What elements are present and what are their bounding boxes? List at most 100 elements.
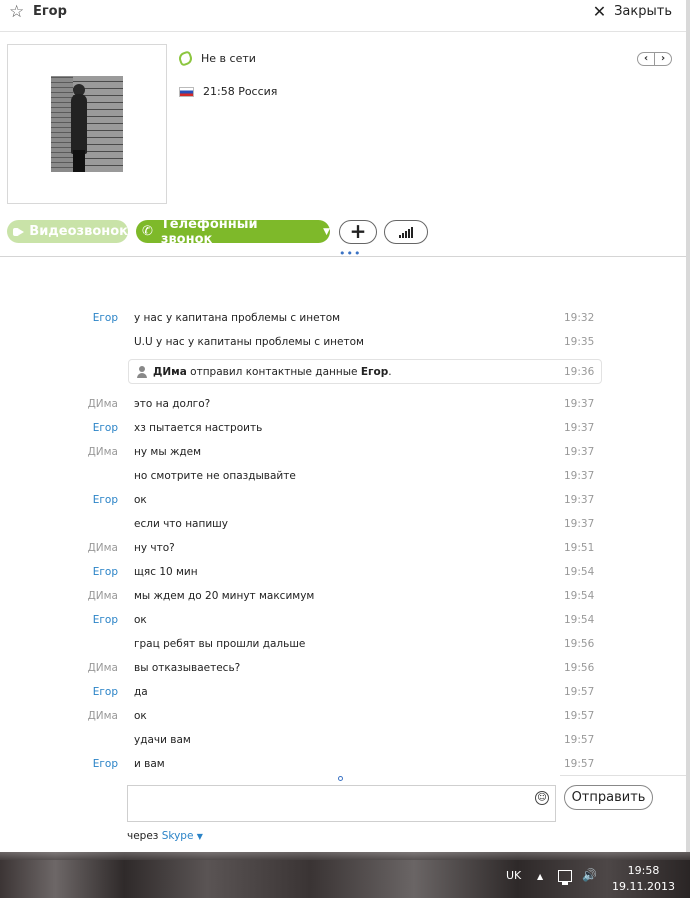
signal-bar: [408, 229, 410, 238]
close-label: Закрыть: [614, 4, 672, 19]
via-prefix: через: [127, 830, 162, 842]
avatar-frame[interactable]: [7, 44, 167, 204]
resize-handle[interactable]: •••: [339, 247, 361, 260]
message-sender[interactable]: ДИма: [88, 590, 118, 602]
person-icon: [137, 366, 147, 378]
message-sender[interactable]: ДИма: [88, 446, 118, 458]
plus-icon: +: [349, 219, 367, 243]
message-text: удачи вам: [134, 734, 191, 746]
message-sender[interactable]: ДИма: [88, 398, 118, 410]
chevron-left-icon[interactable]: ‹: [638, 53, 655, 65]
call-quality-button[interactable]: [384, 220, 428, 244]
message-row[interactable]: ДИма ну что? 19:51: [0, 538, 686, 558]
message-row[interactable]: ДИма мы ждем до 20 минут максимум 19:54: [0, 586, 686, 606]
message-row[interactable]: ДИма это на долго? 19:37: [0, 394, 686, 414]
message-text: ок: [134, 614, 147, 626]
chevron-down-icon[interactable]: ▼: [323, 227, 330, 237]
message-time: 19:56: [564, 638, 595, 650]
message-text: да: [134, 686, 148, 698]
avatar: [51, 76, 123, 172]
message-row[interactable]: Егор да 19:57: [0, 682, 686, 702]
message-row[interactable]: если что напишу 19:37: [0, 514, 686, 534]
message-text: хз пытается настроить: [134, 422, 263, 434]
message-row[interactable]: Егор ок 19:54: [0, 610, 686, 630]
message-time: 19:57: [564, 758, 595, 770]
local-time: 21:58 Россия: [203, 85, 278, 98]
message-row[interactable]: ДИма ну мы ждем 19:37: [0, 442, 686, 462]
notice-action: отправил контактные данные: [186, 366, 361, 378]
notice-suffix: .: [388, 366, 392, 378]
message-sender[interactable]: Егор: [93, 566, 118, 578]
volume-icon[interactable]: 🔊: [582, 868, 597, 882]
message-time: 19:32: [564, 312, 595, 324]
message-text: но смотрите не опаздывайте: [134, 470, 296, 482]
message-row[interactable]: грац ребят вы прошли дальше 19:56: [0, 634, 686, 654]
close-button[interactable]: ✕ Закрыть: [593, 2, 672, 21]
message-text: щяс 10 мин: [134, 566, 198, 578]
message-time: 19:37: [564, 398, 595, 410]
add-button[interactable]: +: [339, 220, 377, 244]
message-sender[interactable]: Егор: [93, 312, 118, 324]
window-border: [686, 0, 690, 852]
message-text: грац ребят вы прошли дальше: [134, 638, 306, 650]
message-time: 19:37: [564, 494, 595, 506]
message-row[interactable]: Егор хз пытается настроить 19:37: [0, 418, 686, 438]
emoticon-icon[interactable]: ☺: [535, 791, 549, 805]
camera-icon: [13, 227, 25, 236]
message-sender[interactable]: ДИма: [88, 542, 118, 554]
message-sender[interactable]: Егор: [93, 422, 118, 434]
message-sender[interactable]: ДИма: [88, 710, 118, 722]
message-sender[interactable]: Егор: [93, 758, 118, 770]
message-row[interactable]: Егор щяс 10 мин 19:54: [0, 562, 686, 582]
star-icon[interactable]: ☆: [9, 2, 24, 22]
message-row[interactable]: ДИма ок 19:57: [0, 706, 686, 726]
network-icon[interactable]: [558, 870, 572, 885]
message-text: у нас у капитана проблемы с инетом: [134, 312, 341, 324]
offline-status-icon: [177, 50, 194, 67]
message-time: 19:54: [564, 566, 595, 578]
signal-bar: [411, 227, 413, 238]
chevron-down-icon[interactable]: ▼: [197, 832, 203, 841]
message-sender[interactable]: Егор: [93, 614, 118, 626]
message-row[interactable]: ДИма вы отказываетесь? 19:56: [0, 658, 686, 678]
message-time: 19:35: [564, 336, 595, 348]
chevron-right-icon[interactable]: ›: [655, 53, 671, 65]
message-row[interactable]: удачи вам 19:57: [0, 730, 686, 750]
video-call-button[interactable]: Видеозвонок: [7, 220, 128, 243]
tray-expand-icon[interactable]: ▲: [537, 872, 543, 881]
message-time: 19:37: [564, 518, 595, 530]
message-input[interactable]: [127, 785, 556, 822]
message-time: 19:57: [564, 734, 595, 746]
message-time: 19:57: [564, 686, 595, 698]
status-row: Не в сети: [177, 50, 256, 67]
message-time: 19:51: [564, 542, 595, 554]
send-button[interactable]: Отправить: [564, 785, 653, 810]
message-row[interactable]: Егор и вам 19:57: [0, 754, 686, 774]
russia-flag-icon: [179, 86, 194, 97]
message-time: 19:37: [564, 470, 595, 482]
video-call-label: Видеозвонок: [29, 224, 128, 239]
phone-icon: ✆: [142, 224, 153, 239]
signal-bar: [402, 233, 404, 238]
message-row[interactable]: Егор ок 19:37: [0, 490, 686, 510]
message-row[interactable]: Егор у нас у капитана проблемы с инетом 19…: [0, 308, 686, 328]
message-text: вы отказываетесь?: [134, 662, 241, 674]
message-row[interactable]: но смотрите не опаздывайте 19:37: [0, 466, 686, 486]
message-text: ну мы ждем: [134, 446, 202, 458]
message-sender[interactable]: Егор: [93, 686, 118, 698]
contact-notice: ДИма отправил контактные данные Егор. 19…: [128, 359, 602, 384]
message-text: U.U у нас у капитаны проблемы с инетом: [134, 336, 364, 348]
contact-notice-time: 19:36: [564, 366, 595, 378]
status-text: Не в сети: [201, 52, 256, 65]
message-time: 19:54: [564, 614, 595, 626]
message-time: 19:37: [564, 422, 595, 434]
message-sender[interactable]: ДИма: [88, 662, 118, 674]
via-service-link[interactable]: Skype: [162, 830, 194, 842]
via-service: через Skype ▼: [127, 830, 203, 842]
message-row[interactable]: U.U у нас у капитаны проблемы с инетом 19…: [0, 332, 686, 352]
phone-call-button[interactable]: ✆ Телефонный звонок ▼: [136, 217, 330, 247]
message-sender[interactable]: Егор: [93, 494, 118, 506]
language-indicator[interactable]: UK: [506, 869, 521, 882]
profile-nav: ‹ ›: [637, 52, 672, 66]
system-clock[interactable]: 19:58 19.11.2013: [612, 863, 675, 895]
